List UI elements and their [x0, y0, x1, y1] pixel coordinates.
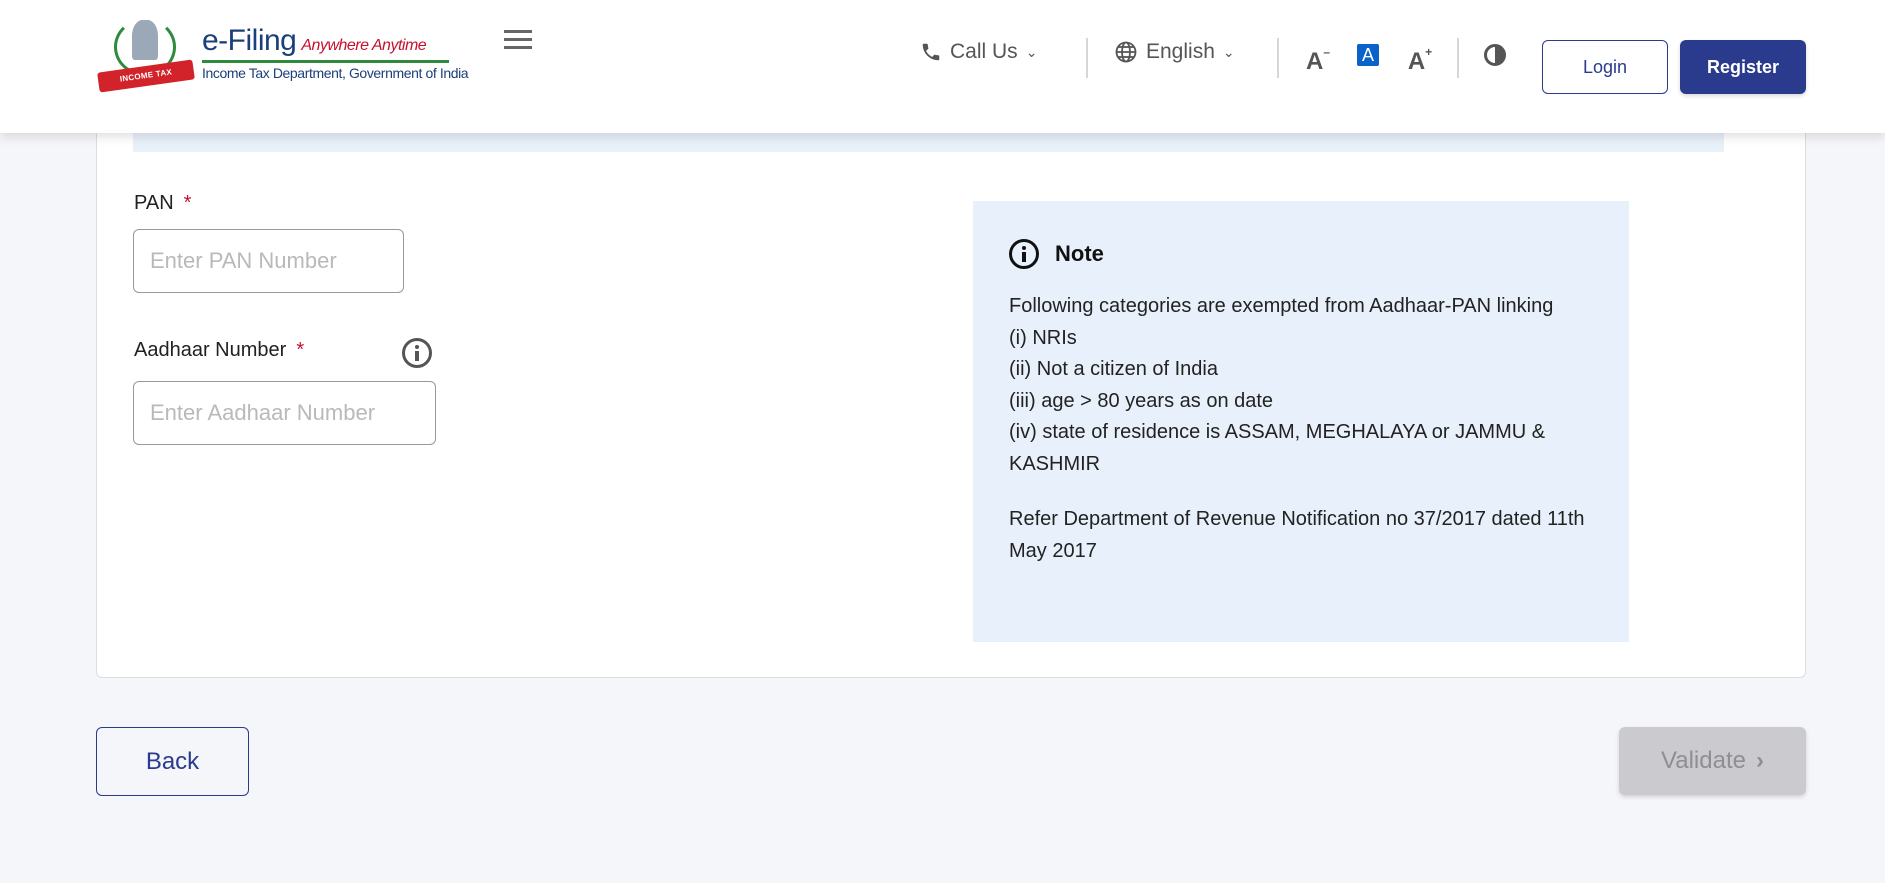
chevron-down-icon: ⌄ — [1222, 43, 1235, 60]
national-emblem-icon — [132, 20, 158, 60]
font-increase-button[interactable]: A+ — [1406, 42, 1434, 75]
aadhaar-input[interactable] — [133, 381, 436, 445]
font-decrease-button[interactable]: A– — [1304, 42, 1332, 75]
efiling-logo[interactable]: INCOME TAX DEPARTMENT e-Filing Anywhere … — [96, 16, 469, 104]
logo-text: e-Filing Anywhere Anytime Income Tax Dep… — [202, 24, 469, 81]
info-icon[interactable] — [402, 338, 432, 368]
pan-label: PAN * — [134, 192, 192, 214]
brand-name: e-Filing — [202, 24, 297, 57]
emblem-icon: INCOME TAX DEPARTMENT — [96, 16, 196, 104]
font-default-icon: A — [1361, 45, 1374, 65]
header-divider — [1086, 38, 1088, 78]
validate-button[interactable]: Validate › — [1619, 727, 1806, 795]
note-item: (iv) state of residence is ASSAM, MEGHAL… — [1009, 421, 1546, 475]
brand-divider — [202, 60, 449, 63]
aadhaar-label: Aadhaar Number * — [134, 339, 305, 361]
info-icon — [1009, 239, 1039, 269]
login-button[interactable]: Login — [1542, 40, 1668, 94]
font-increase-icon: A — [1407, 48, 1426, 75]
note-reference: Refer Department of Revenue Notification… — [1009, 508, 1585, 562]
required-asterisk: * — [183, 192, 192, 214]
call-us-dropdown[interactable]: Call Us ⌄ — [920, 40, 1037, 64]
font-decrease-icon: A — [1305, 48, 1324, 75]
language-dropdown[interactable]: English ⌄ — [1114, 40, 1235, 64]
site-header: INCOME TAX DEPARTMENT e-Filing Anywhere … — [0, 0, 1885, 133]
font-default-button[interactable]: A — [1357, 44, 1379, 66]
note-title: Note — [1055, 241, 1104, 266]
required-asterisk: * — [296, 339, 305, 361]
call-us-label: Call Us — [950, 40, 1018, 63]
chevron-down-icon: ⌄ — [1025, 43, 1038, 60]
back-button[interactable]: Back — [96, 727, 249, 796]
exemption-note: Note Following categories are exempted f… — [973, 201, 1629, 642]
header-divider — [1277, 38, 1279, 78]
contrast-toggle-icon[interactable] — [1484, 44, 1506, 66]
note-item: (i) NRIs — [1009, 326, 1077, 349]
globe-icon — [1115, 41, 1137, 63]
menu-icon[interactable] — [504, 30, 532, 52]
header-divider — [1457, 38, 1459, 78]
pan-input[interactable] — [133, 229, 404, 293]
phone-icon — [922, 43, 940, 61]
register-button[interactable]: Register — [1680, 40, 1806, 94]
form-card: PAN* Aadhaar Number* Note Following cate… — [96, 100, 1806, 678]
note-item: (ii) Not a citizen of India — [1009, 358, 1218, 380]
note-item: (iii) age > 80 years as on date — [1009, 389, 1274, 412]
chevron-right-icon: › — [1755, 747, 1764, 774]
brand-tagline: Anywhere Anytime — [301, 37, 427, 54]
language-label: English — [1146, 40, 1215, 63]
note-intro: Following categories are exempted from A… — [1009, 295, 1554, 317]
brand-subtitle: Income Tax Department, Government of Ind… — [202, 65, 469, 81]
validate-label: Validate — [1661, 747, 1746, 774]
